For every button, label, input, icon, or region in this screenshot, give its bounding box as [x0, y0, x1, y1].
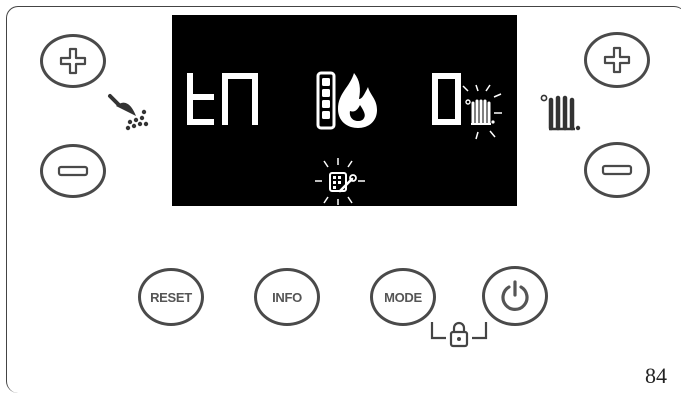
lcd-display: [172, 15, 517, 206]
power-icon: [501, 280, 529, 311]
info-label: INFO: [272, 289, 302, 305]
heating-plus-button[interactable]: [584, 32, 650, 88]
page-number: 84: [645, 363, 667, 388]
service-wrench-blinking-icon: [315, 158, 365, 205]
minus-icon: [57, 165, 89, 177]
mode-button[interactable]: MODE: [370, 268, 436, 326]
reset-button[interactable]: RESET: [138, 268, 204, 326]
boiler-level-icon: [316, 71, 336, 130]
shower-tap-icon: [108, 94, 149, 131]
power-button[interactable]: [482, 266, 548, 326]
plus-icon: [59, 47, 87, 75]
padlock-icon: [430, 321, 488, 348]
plus-icon: [603, 46, 631, 74]
flame-icon: [338, 73, 377, 128]
radiator-icon: [540, 94, 581, 131]
segment-text-left: [187, 73, 258, 125]
dhw-plus-button[interactable]: [40, 34, 106, 88]
segment-text-right: [432, 73, 461, 125]
reset-label: RESET: [150, 289, 192, 305]
lcd-content: [187, 71, 502, 205]
mode-label: MODE: [384, 289, 422, 305]
heating-minus-button[interactable]: [584, 142, 650, 198]
dhw-minus-button[interactable]: [40, 144, 106, 198]
minus-icon: [601, 164, 633, 176]
info-button[interactable]: INFO: [254, 268, 320, 326]
radiator-blinking-icon: [462, 84, 502, 140]
